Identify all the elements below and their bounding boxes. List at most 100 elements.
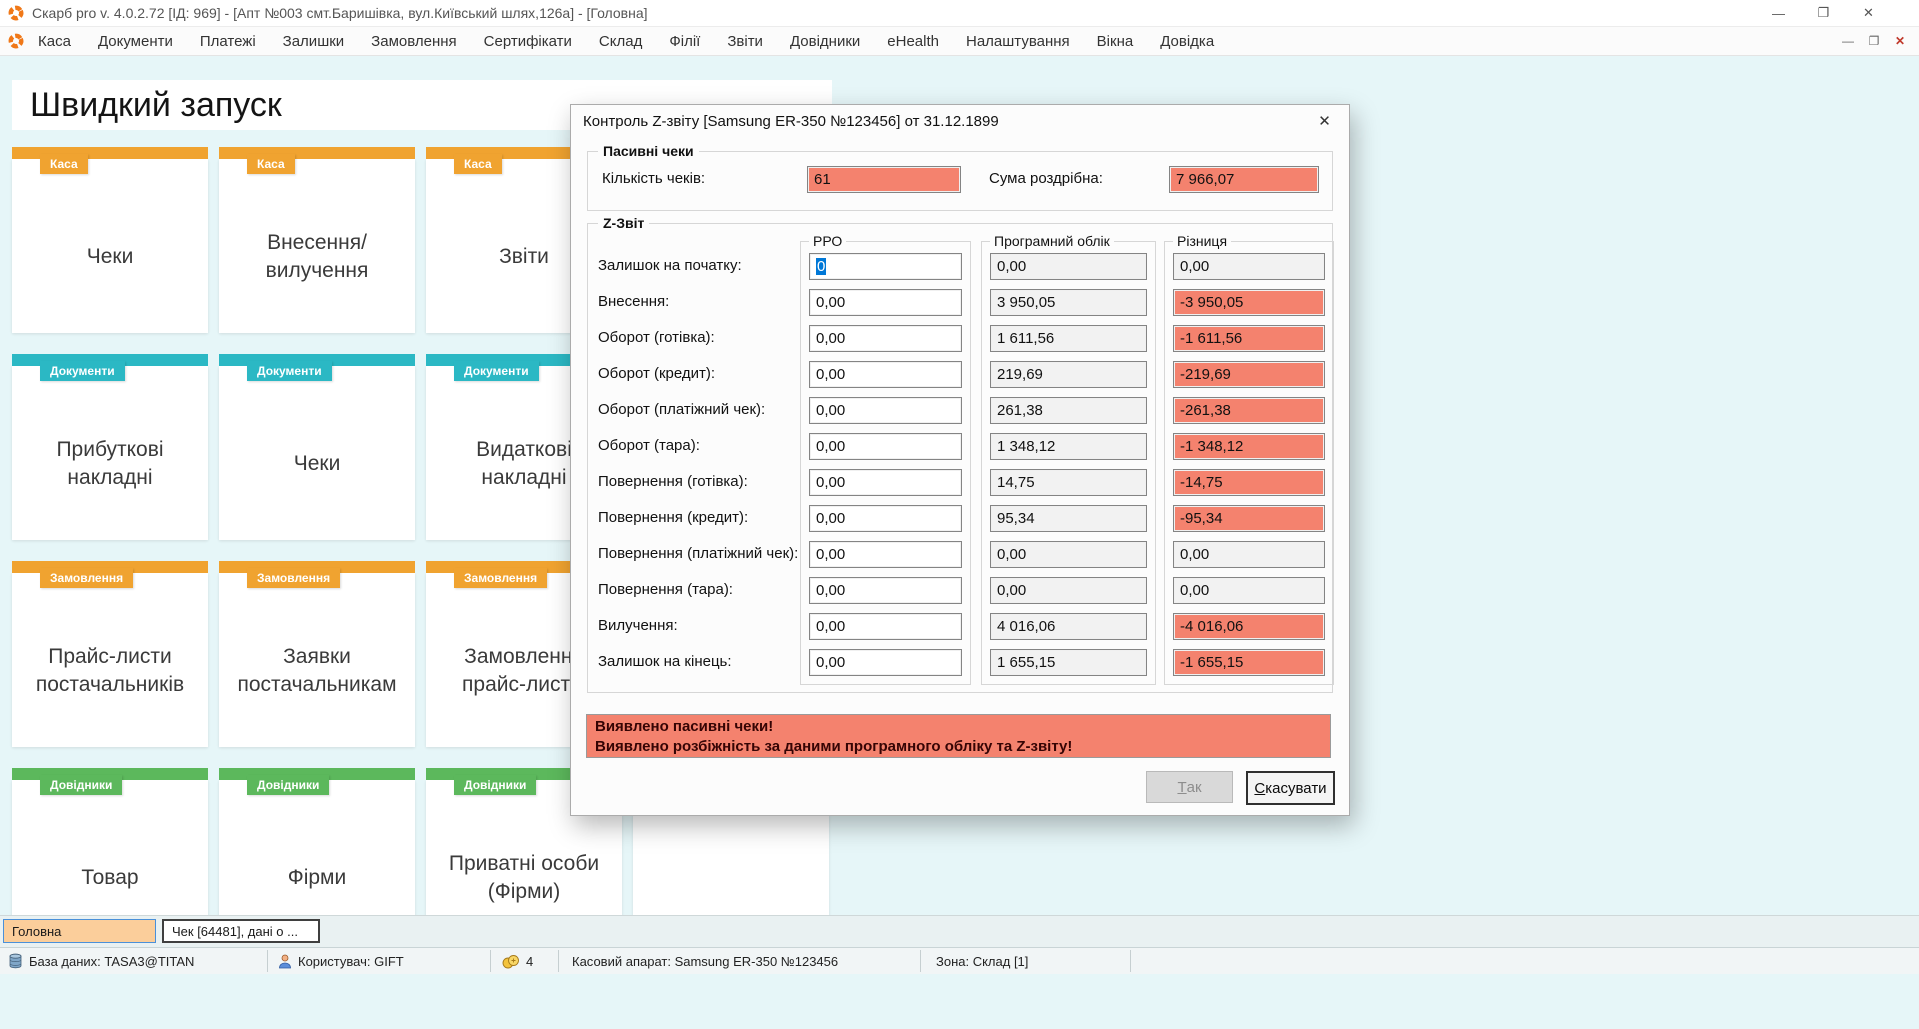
rro-input[interactable]: 0: [809, 253, 962, 280]
tile-label: Чеки: [225, 396, 409, 532]
quick-launch-tile-2-1[interactable]: Заявки постачальникамЗамовлення: [219, 561, 415, 747]
program-value: 0,00: [990, 253, 1147, 280]
program-column-label: Програмний облік: [990, 233, 1114, 249]
coins-icon: [502, 954, 520, 969]
user-icon: [278, 954, 292, 969]
tile-label: Прибуткові накладні: [18, 396, 202, 532]
tile-category-badge: Довідники: [454, 775, 536, 795]
difference-value: -1 611,56: [1173, 325, 1325, 352]
menu-item-вікна[interactable]: Вікна: [1097, 33, 1134, 50]
quick-launch-tile-2-0[interactable]: Прайс-листи постачальників Замовлення: [12, 561, 208, 747]
difference-value: -4 016,06: [1173, 613, 1325, 640]
yes-button[interactable]: Так: [1146, 771, 1233, 803]
menu-item-ehealth[interactable]: eHealth: [887, 33, 939, 50]
rro-input[interactable]: 0,00: [809, 577, 962, 604]
z-report-group: Z-Звіт Залишок на початку:Внесення:Оборо…: [587, 223, 1333, 693]
mdi-restore-icon[interactable]: ❐: [1861, 34, 1887, 48]
rro-input[interactable]: 0,00: [809, 613, 962, 640]
tile-body: Чеки: [12, 159, 208, 333]
rro-input[interactable]: 0,00: [809, 289, 962, 316]
quick-launch-tile-0-0[interactable]: ЧекиКаса: [12, 147, 208, 333]
page-title: Швидкий запуск: [30, 86, 282, 125]
menu-item-склад[interactable]: Склад: [599, 33, 642, 50]
status-user: Користувач: GIFT: [298, 954, 404, 969]
program-value: 1 348,12: [990, 433, 1147, 460]
z-row-label: Повернення (готівка):: [598, 468, 798, 495]
menu-item-каса[interactable]: Каса: [38, 33, 71, 50]
cancel-button[interactable]: Скасувати: [1246, 771, 1335, 805]
z-row-label: Залишок на кінець:: [598, 648, 798, 675]
mdi-close-icon[interactable]: ✕: [1887, 34, 1913, 48]
status-cash-register: Касовий апарат: Samsung ER-350 №123456: [572, 954, 838, 969]
program-value: 0,00: [990, 577, 1147, 604]
restore-icon[interactable]: ❐: [1801, 0, 1846, 26]
rro-input[interactable]: 0,00: [809, 361, 962, 388]
program-value: 1 655,15: [990, 649, 1147, 676]
menu-item-філії[interactable]: Філії: [669, 33, 700, 50]
tile-category-badge: Каса: [247, 154, 295, 174]
rro-input[interactable]: 0,00: [809, 397, 962, 424]
passive-checks-group-label: Пасивні чеки: [598, 143, 699, 159]
z-row-label: Оборот (тара):: [598, 432, 798, 459]
dialog-titlebar: Контроль Z-звіту [Samsung ER-350 №123456…: [571, 105, 1349, 137]
difference-value: -219,69: [1173, 361, 1325, 388]
tile-category-badge: Документи: [40, 361, 125, 381]
check-count-label: Кількість чеків:: [602, 170, 705, 187]
menu-item-замовлення[interactable]: Замовлення: [371, 33, 456, 50]
quick-launch-tile-1-1[interactable]: ЧекиДокументи: [219, 354, 415, 540]
program-value: 261,38: [990, 397, 1147, 424]
z-row-label: Повернення (тара):: [598, 576, 798, 603]
tile-category-badge: Замовлення: [40, 568, 133, 588]
menu-item-налаштування[interactable]: Налаштування: [966, 33, 1070, 50]
difference-value: -3 950,05: [1173, 289, 1325, 316]
rro-column-label: РРО: [809, 233, 846, 249]
z-row-label: Оборот (готівка):: [598, 324, 798, 351]
tile-category-badge: Замовлення: [454, 568, 547, 588]
difference-value: -261,38: [1173, 397, 1325, 424]
warning-banner: Виявлено пасивні чеки!Виявлено розбіжніс…: [586, 714, 1331, 758]
z-row-label: Залишок на початку:: [598, 252, 798, 279]
difference-value: -95,34: [1173, 505, 1325, 532]
rro-column-panel: РРО 00,000,000,000,000,000,000,000,000,0…: [800, 241, 971, 685]
menu-item-документи[interactable]: Документи: [98, 33, 173, 50]
app-logo-icon: [8, 33, 24, 49]
tile-body: Прайс-листи постачальників: [12, 573, 208, 747]
program-value: 0,00: [990, 541, 1147, 568]
menu-item-залишки[interactable]: Залишки: [283, 33, 345, 50]
program-value: 3 950,05: [990, 289, 1147, 316]
z-report-group-label: Z-Звіт: [598, 215, 649, 231]
tab-holovna[interactable]: Головна: [3, 919, 156, 943]
minimize-icon[interactable]: —: [1756, 0, 1801, 26]
rro-input[interactable]: 0,00: [809, 325, 962, 352]
tile-body: Прибуткові накладні: [12, 366, 208, 540]
tab-check[interactable]: Чек [64481], дані о ...: [162, 919, 320, 943]
retail-sum-value: 7 966,07: [1169, 166, 1319, 193]
mdi-minimize-icon[interactable]: —: [1835, 34, 1861, 48]
z-row-label: Повернення (платіжний чек):: [598, 540, 798, 567]
z-row-label: Вилучення:: [598, 612, 798, 639]
difference-value: 0,00: [1173, 577, 1325, 604]
rro-input[interactable]: 0,00: [809, 469, 962, 496]
rro-input[interactable]: 0,00: [809, 649, 962, 676]
database-icon: [8, 953, 23, 969]
program-value: 219,69: [990, 361, 1147, 388]
tile-category-badge: Довідники: [40, 775, 122, 795]
menu-item-звіти[interactable]: Звіти: [727, 33, 763, 50]
quick-launch-tile-0-1[interactable]: Внесення/вилученняКаса: [219, 147, 415, 333]
tile-label: Прайс-листи постачальників: [18, 603, 202, 739]
dialog-title: Контроль Z-звіту [Samsung ER-350 №123456…: [583, 113, 999, 130]
menu-item-сертифікати[interactable]: Сертифікати: [484, 33, 572, 50]
menu-item-довідники[interactable]: Довідники: [790, 33, 860, 50]
tile-category-badge: Каса: [40, 154, 88, 174]
quick-launch-tile-1-0[interactable]: Прибуткові накладні Документи: [12, 354, 208, 540]
rro-input[interactable]: 0,00: [809, 433, 962, 460]
rro-input[interactable]: 0,00: [809, 505, 962, 532]
close-icon[interactable]: ✕: [1846, 0, 1891, 26]
menu-item-платежі[interactable]: Платежі: [200, 33, 256, 50]
menu-item-довідка[interactable]: Довідка: [1160, 33, 1214, 50]
window-title: Скарб pro v. 4.0.2.72 [ІД: 969] - [Апт №…: [32, 5, 648, 21]
difference-value: 0,00: [1173, 253, 1325, 280]
dialog-close-icon[interactable]: ✕: [1302, 107, 1347, 135]
rro-input[interactable]: 0,00: [809, 541, 962, 568]
difference-value: -14,75: [1173, 469, 1325, 496]
